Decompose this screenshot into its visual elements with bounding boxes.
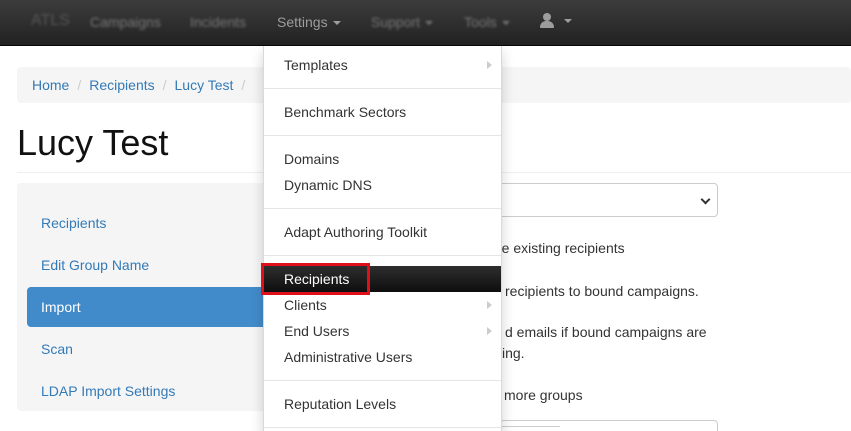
menu-divider	[264, 380, 501, 381]
menu-item-templates[interactable]: Templates	[264, 52, 501, 78]
nav-settings[interactable]: Settings	[277, 14, 341, 30]
menu-divider	[264, 135, 501, 136]
group-sidenav: Recipients Edit Group Name Import Scan L…	[17, 183, 277, 411]
sidenav-item-ldap-import-settings[interactable]: LDAP Import Settings	[27, 371, 267, 411]
menu-divider	[264, 255, 501, 256]
breadcrumb-lucy-test[interactable]: Lucy Test	[175, 77, 234, 93]
user-icon	[543, 13, 551, 21]
caret-down-icon	[332, 21, 341, 26]
sidenav-item-edit-group-name[interactable]: Edit Group Name	[27, 245, 267, 285]
brand-logo[interactable]: ATLS	[31, 12, 70, 30]
nav-campaigns[interactable]: Campaigns	[90, 14, 161, 30]
menu-item-domains[interactable]: Domains	[264, 146, 501, 172]
menu-item-benchmark-sectors[interactable]: Benchmark Sectors	[264, 99, 501, 125]
import-type-select[interactable]	[490, 183, 718, 217]
chevron-down-icon	[700, 194, 711, 205]
page-title: Lucy Test	[17, 122, 169, 163]
sidenav-item-recipients[interactable]: Recipients	[27, 203, 267, 243]
sidenav-item-scan[interactable]: Scan	[27, 329, 267, 369]
sidenav-item-import[interactable]: Import	[27, 287, 267, 327]
menu-item-dynamic-dns[interactable]: Dynamic DNS	[264, 172, 501, 198]
menu-item-clients[interactable]: Clients	[264, 292, 501, 318]
caret-down-icon	[425, 21, 434, 26]
option-text-send-emails-cont: ing.	[502, 345, 525, 361]
menu-item-end-users[interactable]: End Users	[264, 318, 501, 344]
nav-support[interactable]: Support	[371, 14, 434, 30]
menu-item-reputation-levels[interactable]: Reputation Levels	[264, 391, 501, 417]
submenu-arrow-icon	[487, 327, 492, 335]
user-menu[interactable]	[540, 13, 572, 31]
breadcrumb-home[interactable]: Home	[32, 77, 69, 93]
menu-item-adapt-authoring-toolkit[interactable]: Adapt Authoring Toolkit	[264, 219, 501, 245]
menu-divider	[264, 88, 501, 89]
nav-incidents[interactable]: Incidents	[190, 14, 246, 30]
menu-item-administrative-users[interactable]: Administrative Users	[264, 344, 501, 370]
caret-down-icon	[501, 21, 510, 26]
breadcrumb-recipients[interactable]: Recipients	[89, 77, 154, 93]
nav-tools[interactable]: Tools	[464, 14, 510, 30]
settings-dropdown-menu: Templates Benchmark Sectors Domains Dyna…	[263, 46, 502, 431]
submenu-arrow-icon	[487, 61, 492, 69]
top-navbar: ATLS Campaigns Incidents Settings Suppor…	[0, 0, 851, 46]
menu-divider	[264, 208, 501, 209]
option-text-send-emails: d emails if bound campaigns are	[505, 324, 707, 340]
menu-divider	[264, 427, 501, 428]
option-text-bound-campaigns: recipients to bound campaigns.	[505, 283, 699, 299]
option-text-update-existing: ate existing recipients	[490, 240, 625, 256]
highlight-annotation	[261, 263, 370, 295]
caret-down-icon	[564, 19, 572, 23]
submenu-arrow-icon	[487, 301, 492, 309]
option-text-more-groups: more groups	[504, 387, 583, 403]
